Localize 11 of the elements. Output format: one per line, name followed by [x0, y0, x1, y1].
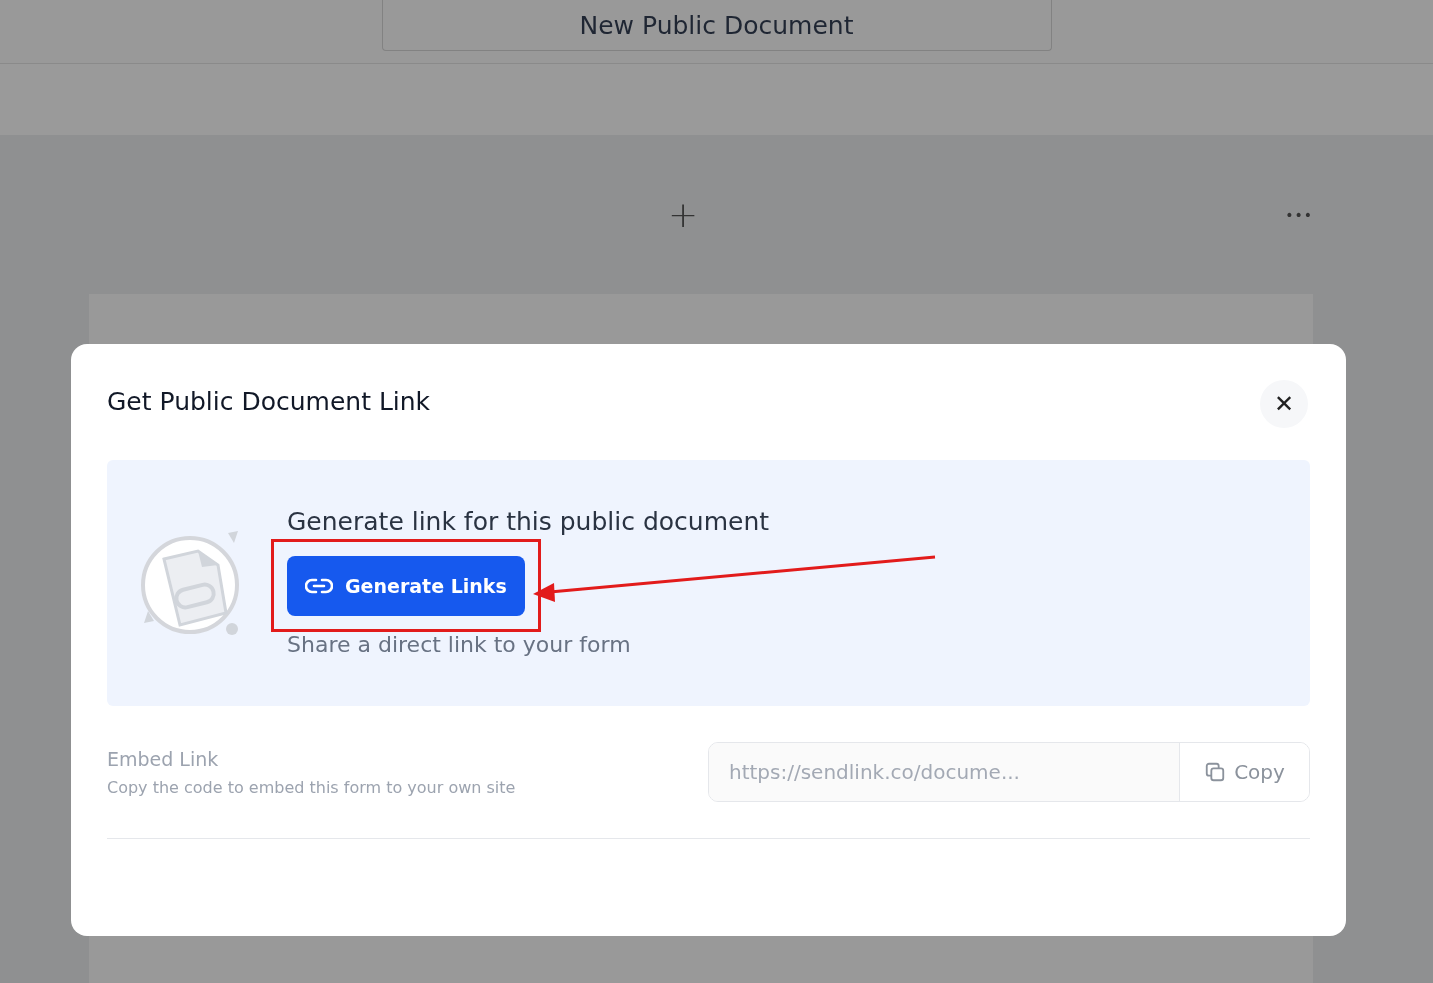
add-button[interactable]: +: [668, 196, 699, 233]
embed-label: Embed Link: [107, 747, 220, 770]
generate-heading: Generate link for this public document: [287, 509, 770, 534]
link-icon: [305, 577, 333, 595]
document-title-field[interactable]: New Public Document: [381, 0, 1052, 51]
embed-description: Copy the code to embed this form to your own site: [107, 777, 516, 797]
more-button[interactable]: •••: [1285, 206, 1313, 223]
generate-links-button[interactable]: Generate Links: [287, 556, 525, 616]
generate-description: Share a direct link to your form: [287, 632, 632, 657]
close-button[interactable]: ✕: [1260, 380, 1308, 428]
dialog-title: Get Public Document Link: [107, 386, 431, 416]
